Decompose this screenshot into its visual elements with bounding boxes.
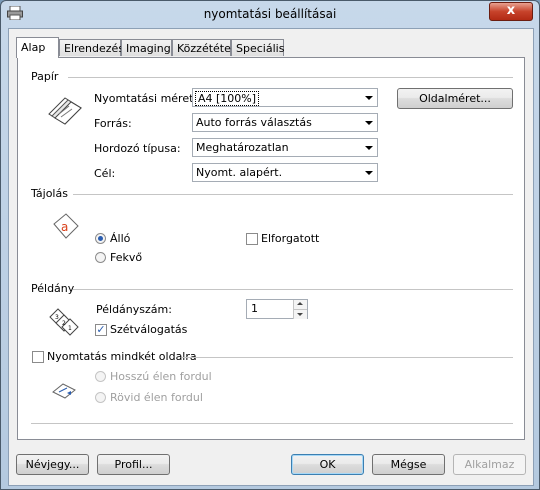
divider xyxy=(73,289,513,290)
duplex-checkbox[interactable] xyxy=(32,351,44,363)
long-edge-radio[interactable] xyxy=(95,371,106,382)
long-edge-label: Hosszú élen fordul xyxy=(110,370,212,383)
ok-button[interactable]: OK xyxy=(291,454,364,475)
profile-button[interactable]: Profil... xyxy=(97,454,170,475)
svg-text:2: 2 xyxy=(62,320,66,327)
portrait-radio[interactable] xyxy=(95,233,106,244)
copy-count-stepper[interactable]: 1 xyxy=(246,299,308,319)
orientation-group-label: Tájolás xyxy=(31,187,68,200)
paper-source-value: Auto forrás választás xyxy=(196,116,312,129)
tab-imaging[interactable]: Imaging xyxy=(121,39,172,56)
short-edge-label: Rövid élen fordul xyxy=(110,391,203,404)
duplex-label: Nyomtatás mindkét oldalra xyxy=(47,350,197,363)
portrait-orientation-icon: a xyxy=(53,213,79,239)
svg-text:3: 3 xyxy=(55,314,59,321)
chevron-down-icon xyxy=(365,96,373,100)
spin-down-icon[interactable] xyxy=(293,309,307,319)
dialog-client: Alap Elrendezés Imaging Közzététel Speci… xyxy=(8,28,534,486)
target-value: Nyomt. alapért. xyxy=(196,166,283,179)
window-title: nyomtatási beállításai xyxy=(203,7,337,21)
paper-size-select[interactable]: A4 [100%] xyxy=(192,88,378,107)
divider xyxy=(31,423,513,424)
svg-text:a: a xyxy=(61,220,68,234)
landscape-label: Fekvő xyxy=(110,251,143,264)
paper-source-label: Forrás: xyxy=(94,117,132,130)
copy-count-label: Példányszám: xyxy=(96,303,172,316)
chevron-down-icon xyxy=(365,146,373,150)
copies-collate-icon: 3 2 1 xyxy=(49,308,79,336)
divider xyxy=(73,194,513,195)
paper-source-select[interactable]: Auto forrás választás xyxy=(192,113,378,132)
divider xyxy=(182,357,513,358)
tab-elrendezes[interactable]: Elrendezés xyxy=(59,39,124,56)
page-size-button[interactable]: Oldalméret... xyxy=(397,88,513,109)
collate-checkbox[interactable]: ✓ xyxy=(95,324,107,336)
tab-kozzetetel[interactable]: Közzététel xyxy=(172,39,234,56)
media-type-select[interactable]: Meghatározatlan xyxy=(192,138,378,157)
rotated-label: Elforgatott xyxy=(261,232,320,245)
apply-button[interactable]: Alkalmaz xyxy=(453,454,526,475)
duplex-icon xyxy=(52,383,76,399)
paper-size-value: A4 [100%] xyxy=(195,91,260,106)
about-button[interactable]: Névjegy... xyxy=(16,454,89,475)
collate-label: Szétválogatás xyxy=(110,323,188,336)
media-type-value: Meghatározatlan xyxy=(196,141,289,154)
copy-count-value: 1 xyxy=(251,302,258,315)
copies-group-label: Példány xyxy=(31,282,75,295)
rotated-checkbox[interactable] xyxy=(246,233,258,245)
svg-text:1: 1 xyxy=(68,325,72,332)
media-type-label: Hordozó típusa: xyxy=(94,142,181,155)
cancel-button[interactable]: Mégse xyxy=(372,454,445,475)
portrait-label: Álló xyxy=(110,232,131,245)
tab-specialis[interactable]: Speciális xyxy=(231,39,284,56)
paper-size-label: Nyomtatási méret: xyxy=(94,92,198,105)
title-bar: nyomtatási beállításai x xyxy=(1,1,539,28)
divider xyxy=(68,77,513,78)
paper-stack-icon xyxy=(48,97,82,125)
spin-up-icon[interactable] xyxy=(293,300,307,309)
short-edge-radio[interactable] xyxy=(95,392,106,403)
printer-settings-window: nyomtatási beállításai x Alap Elrendezés… xyxy=(0,0,540,490)
tab-panel: Papír Nyomtatási méret: A4 [100%] Oldalm… xyxy=(17,57,525,440)
tab-alap[interactable]: Alap xyxy=(16,37,59,58)
target-label: Cél: xyxy=(94,167,116,180)
target-select[interactable]: Nyomt. alapért. xyxy=(192,163,378,182)
chevron-down-icon xyxy=(365,171,373,175)
close-button[interactable]: x xyxy=(489,2,533,21)
landscape-radio[interactable] xyxy=(95,252,106,263)
chevron-down-icon xyxy=(365,121,373,125)
paper-group-label: Papír xyxy=(31,70,59,83)
